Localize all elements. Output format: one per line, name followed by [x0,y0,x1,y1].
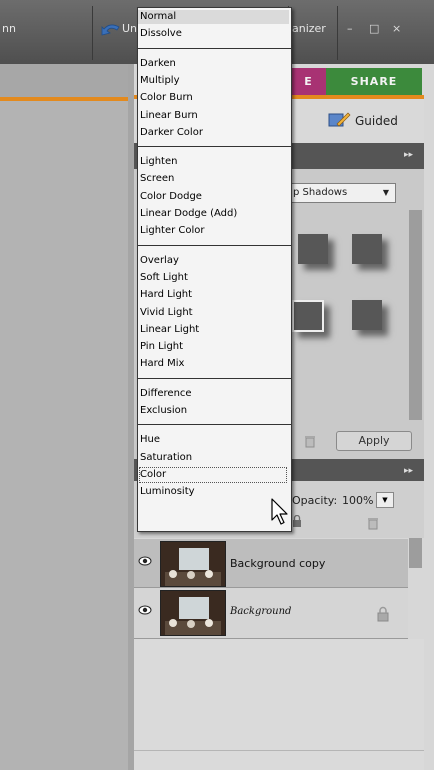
menu-item-overlay[interactable]: Overlay [140,254,179,268]
eye-icon[interactable] [138,605,152,615]
menu-separator [138,47,291,49]
trash-icon[interactable] [366,516,380,530]
title-fragment: nn [2,22,16,35]
cursor-icon [271,498,288,525]
effect-thumbnail[interactable] [298,234,328,264]
menu-item-screen[interactable]: Screen [140,172,174,186]
undo-button[interactable]: Un [122,22,137,35]
layer-name[interactable]: Background copy [230,557,325,570]
lock-icon[interactable] [292,515,302,527]
menu-item-lighten[interactable]: Lighten [140,155,177,169]
effects-scrollbar[interactable] [409,210,422,420]
tab-share[interactable]: SHARE [326,68,422,95]
opacity-dropdown[interactable]: ▼ [376,492,394,508]
menu-separator [138,146,291,148]
lock-icon[interactable] [376,606,390,622]
eye-icon[interactable] [138,556,152,566]
menu-item-normal[interactable]: Normal [138,10,289,24]
chevron-down-icon: ▼ [382,188,389,197]
minimize-button[interactable]: – [347,22,353,35]
effect-thumbnail[interactable] [352,234,382,264]
trash-icon[interactable] [303,434,317,448]
opacity-label: Opacity: [292,494,338,507]
menu-item-saturation[interactable]: Saturation [140,451,192,465]
photo-thumbnail-icon [161,591,225,635]
effect-thumbnail[interactable] [352,300,382,330]
effect-thumbnail[interactable] [292,300,324,332]
layer-thumbnail [160,590,226,636]
menu-item-pin-light[interactable]: Pin Light [140,340,183,354]
effect-category-value: p Shadows [293,187,348,198]
menu-item-darken[interactable]: Darken [140,57,176,71]
layers-scrollbar[interactable] [409,538,422,568]
menu-separator [138,377,291,379]
menu-item-hard-light[interactable]: Hard Light [140,288,192,302]
menu-separator [138,244,291,246]
title-separator [337,6,338,60]
menu-item-linear-dodge-add[interactable]: Linear Dodge (Add) [140,207,237,221]
menu-item-hard-mix[interactable]: Hard Mix [140,357,184,371]
menu-item-color-dodge[interactable]: Color Dodge [140,190,202,204]
menu-item-darker-color[interactable]: Darker Color [140,126,203,140]
tab-edit[interactable]: E [290,68,326,95]
menu-item-luminosity[interactable]: Luminosity [140,485,195,499]
panel-menu-icon[interactable]: ▸▸ [404,466,413,476]
project-bin-header [0,64,128,99]
menu-item-soft-light[interactable]: Soft Light [140,271,188,285]
menu-item-exclusion[interactable]: Exclusion [140,404,187,418]
layer-row[interactable]: Background copy [134,539,408,588]
menu-item-dissolve[interactable]: Dissolve [140,27,182,41]
menu-item-multiply[interactable]: Multiply [140,74,180,88]
divider [134,750,424,751]
menu-item-linear-burn[interactable]: Linear Burn [140,109,198,123]
guided-mode-button[interactable]: Guided [355,114,398,128]
layer-name[interactable]: Background [230,606,291,617]
photo-thumbnail-icon [161,542,225,586]
opacity-input[interactable]: 100% [342,494,373,507]
panel-menu-icon[interactable]: ▸▸ [404,150,413,160]
layer-thumbnail [160,541,226,587]
focus-ring [139,466,287,483]
menu-separator [138,424,291,426]
organizer-button[interactable]: anizer [292,22,326,35]
workspace-panel [0,101,129,770]
blend-mode-menu: Normal Dissolve Darken Multiply Color Burn Li… [137,7,292,532]
layer-row[interactable]: Background [134,588,408,639]
effect-category-select[interactable]: p Shadows ▼ [290,183,396,203]
apply-button[interactable]: Apply [336,431,412,451]
guided-icon[interactable] [327,110,351,130]
menu-item-linear-light[interactable]: Linear Light [140,323,199,337]
menu-item-hue[interactable]: Hue [140,433,160,447]
title-separator [92,6,93,60]
maximize-button[interactable]: □ [369,22,379,35]
close-button[interactable]: × [392,22,401,35]
menu-item-vivid-light[interactable]: Vivid Light [140,306,193,320]
undo-icon[interactable] [100,20,122,38]
menu-item-lighter-color[interactable]: Lighter Color [140,224,205,238]
menu-item-difference[interactable]: Difference [140,387,192,401]
menu-item-color-burn[interactable]: Color Burn [140,91,193,105]
